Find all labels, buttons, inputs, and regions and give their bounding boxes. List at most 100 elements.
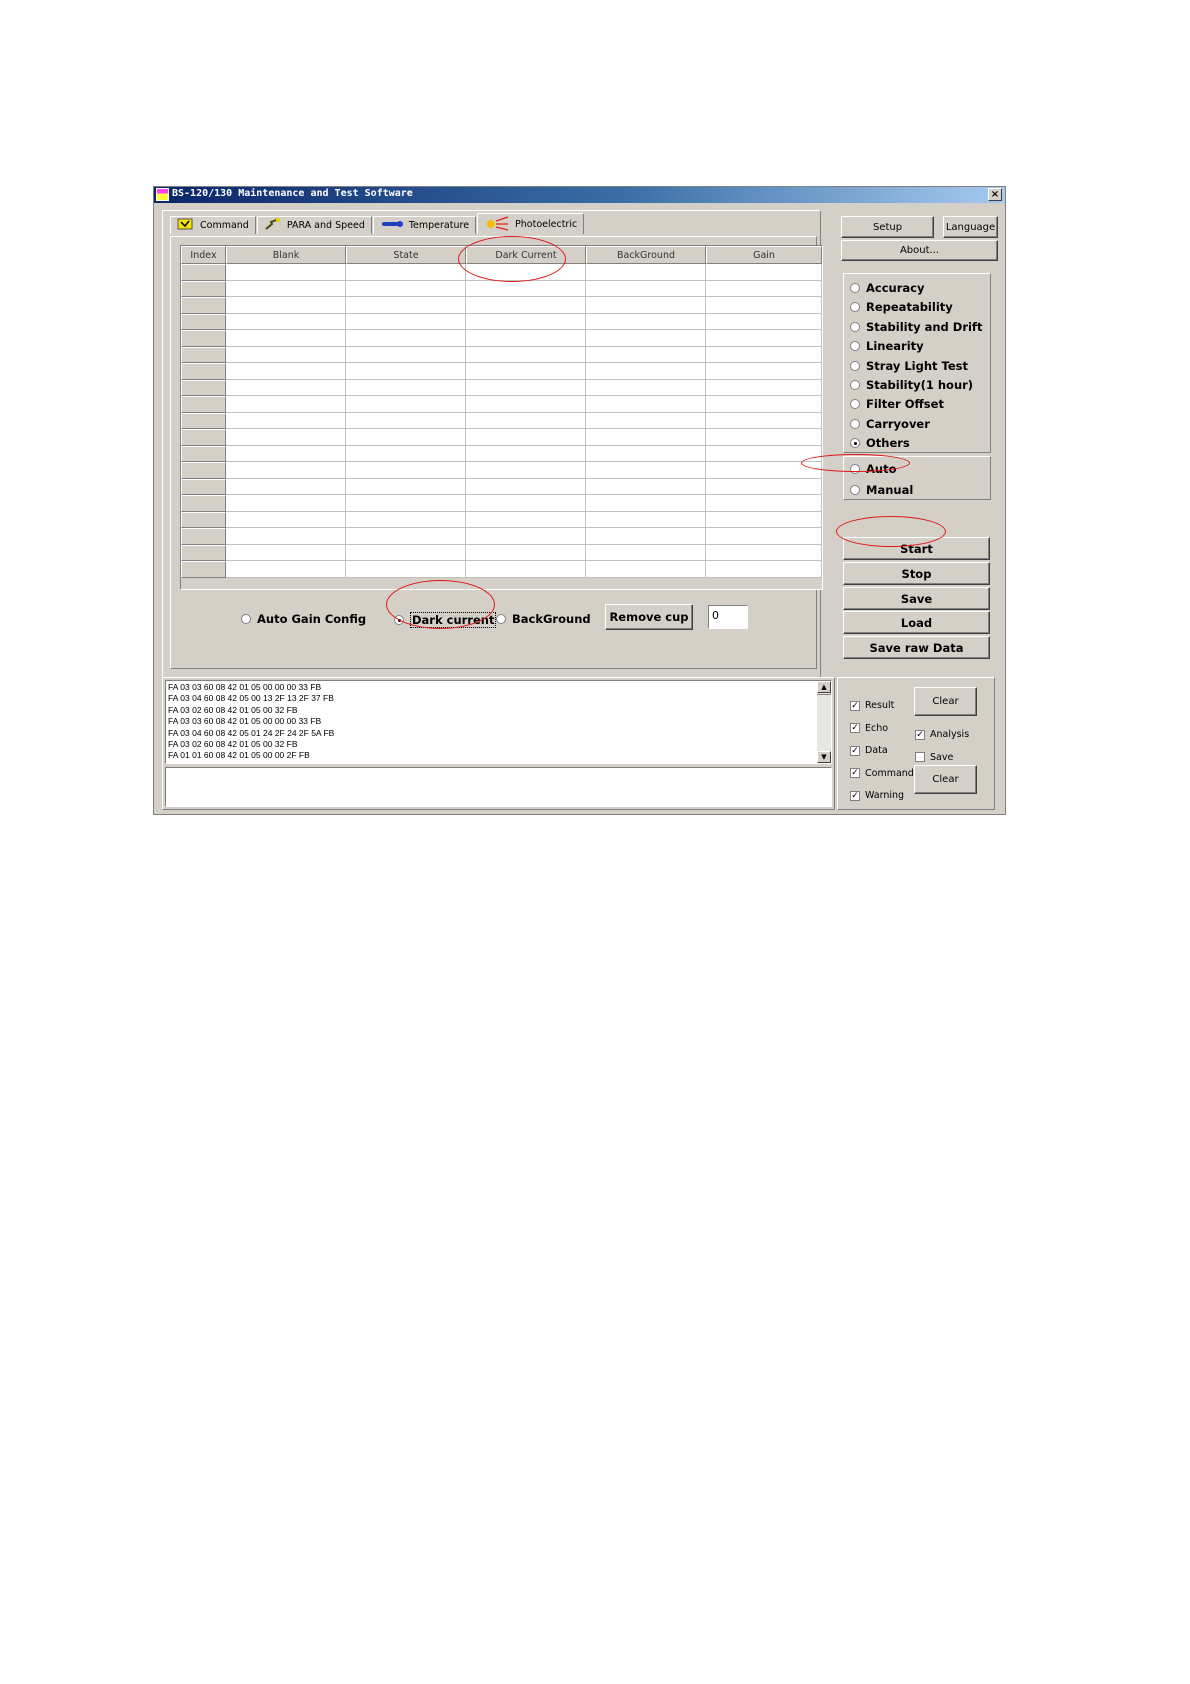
table-cell[interactable] <box>346 445 466 462</box>
filter-checkbox[interactable]: ✓ <box>850 790 860 801</box>
test-type-option[interactable]: Repeatability <box>850 300 953 314</box>
table-cell[interactable] <box>346 379 466 396</box>
table-cell[interactable] <box>586 297 706 314</box>
tab-photoelectric[interactable]: Photoelectric <box>477 213 585 234</box>
table-cell[interactable] <box>346 346 466 363</box>
row-header[interactable] <box>181 396 226 413</box>
table-cell[interactable] <box>346 264 466 281</box>
table-row[interactable] <box>181 478 822 495</box>
table-cell[interactable] <box>706 544 822 561</box>
command-input[interactable] <box>165 767 832 807</box>
filter-checkbox[interactable] <box>915 752 925 762</box>
table-cell[interactable] <box>586 330 706 347</box>
table-cell[interactable] <box>586 280 706 297</box>
table-cell[interactable] <box>226 462 346 479</box>
table-cell[interactable] <box>586 363 706 380</box>
save-raw-data-button[interactable]: Save raw Data <box>843 636 990 659</box>
table-row[interactable] <box>181 445 822 462</box>
filter-option[interactable]: ✓ Data <box>850 745 888 756</box>
table-row[interactable] <box>181 346 822 363</box>
table-cell[interactable] <box>466 379 586 396</box>
scroll-down-icon[interactable]: ▼ <box>817 751 831 763</box>
table-cell[interactable] <box>226 379 346 396</box>
table-row[interactable] <box>181 429 822 446</box>
filter-option[interactable]: Save <box>915 752 953 763</box>
save-button[interactable]: Save <box>843 587 990 610</box>
table-cell[interactable] <box>346 561 466 578</box>
clear-top-button[interactable]: Clear <box>914 687 977 716</box>
filter-checkbox[interactable]: ✓ <box>850 745 860 756</box>
test-type-option[interactable]: Filter Offset <box>850 397 944 411</box>
table-cell[interactable] <box>346 313 466 330</box>
background-option[interactable]: BackGround <box>496 612 591 626</box>
column-header-index[interactable]: Index <box>181 246 226 264</box>
test-type-option[interactable]: Others <box>850 436 910 450</box>
table-row[interactable] <box>181 544 822 561</box>
table-cell[interactable] <box>226 297 346 314</box>
row-header[interactable] <box>181 528 226 545</box>
remove-cup-button[interactable]: Remove cup <box>605 604 693 630</box>
row-header[interactable] <box>181 297 226 314</box>
test-type-radio[interactable] <box>850 399 860 410</box>
column-header-state[interactable]: State <box>346 246 466 264</box>
table-cell[interactable] <box>226 445 346 462</box>
table-cell[interactable] <box>346 511 466 528</box>
table-cell[interactable] <box>586 445 706 462</box>
table-cell[interactable] <box>586 264 706 281</box>
table-cell[interactable] <box>466 462 586 479</box>
row-header[interactable] <box>181 429 226 446</box>
table-cell[interactable] <box>466 495 586 512</box>
row-header[interactable] <box>181 264 226 281</box>
table-row[interactable] <box>181 313 822 330</box>
table-cell[interactable] <box>586 544 706 561</box>
table-cell[interactable] <box>226 363 346 380</box>
table-cell[interactable] <box>586 379 706 396</box>
table-cell[interactable] <box>466 429 586 446</box>
column-header-blank[interactable]: Blank <box>226 246 346 264</box>
table-cell[interactable] <box>706 313 822 330</box>
table-cell[interactable] <box>706 561 822 578</box>
table-row[interactable] <box>181 330 822 347</box>
table-cell[interactable] <box>586 313 706 330</box>
table-cell[interactable] <box>226 561 346 578</box>
table-cell[interactable] <box>226 412 346 429</box>
table-cell[interactable] <box>706 528 822 545</box>
table-cell[interactable] <box>346 297 466 314</box>
test-type-option[interactable]: Carryover <box>850 417 930 431</box>
table-cell[interactable] <box>706 264 822 281</box>
test-type-radio[interactable] <box>850 341 860 352</box>
table-row[interactable] <box>181 280 822 297</box>
table-cell[interactable] <box>706 511 822 528</box>
table-cell[interactable] <box>466 511 586 528</box>
table-cell[interactable] <box>466 544 586 561</box>
language-button[interactable]: Language <box>943 216 998 238</box>
table-cell[interactable] <box>466 478 586 495</box>
filter-option[interactable]: ✓ Result <box>850 700 894 711</box>
table-cell[interactable] <box>706 412 822 429</box>
clear-bottom-button[interactable]: Clear <box>914 765 977 794</box>
table-cell[interactable] <box>226 528 346 545</box>
test-type-radio[interactable] <box>850 418 860 429</box>
table-cell[interactable] <box>346 528 466 545</box>
test-type-radio[interactable] <box>850 321 860 332</box>
filter-checkbox[interactable]: ✓ <box>850 700 860 711</box>
table-cell[interactable] <box>586 511 706 528</box>
table-cell[interactable] <box>226 544 346 561</box>
test-type-radio[interactable] <box>850 380 860 390</box>
table-cell[interactable] <box>466 346 586 363</box>
table-cell[interactable] <box>586 561 706 578</box>
table-cell[interactable] <box>226 478 346 495</box>
table-cell[interactable] <box>226 264 346 281</box>
row-header[interactable] <box>181 313 226 330</box>
load-button[interactable]: Load <box>843 611 990 634</box>
table-cell[interactable] <box>466 412 586 429</box>
table-row[interactable] <box>181 495 822 512</box>
table-cell[interactable] <box>346 330 466 347</box>
row-header[interactable] <box>181 478 226 495</box>
tab-command[interactable]: Command <box>170 216 256 234</box>
row-header[interactable] <box>181 412 226 429</box>
table-cell[interactable] <box>346 544 466 561</box>
table-row[interactable] <box>181 561 822 578</box>
filter-option[interactable]: ✓ Warning <box>850 790 904 801</box>
test-type-option[interactable]: Stability and Drift <box>850 320 982 334</box>
